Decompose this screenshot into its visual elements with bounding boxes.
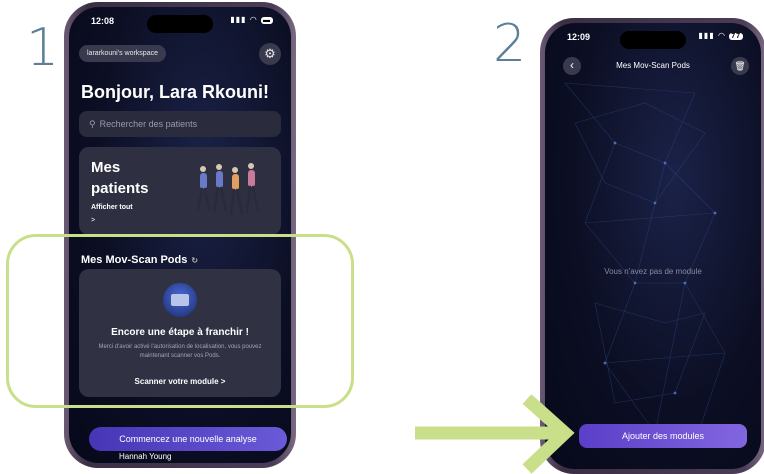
battery-icon: ▬ — [261, 17, 273, 24]
show-all-arrow: > — [91, 217, 96, 224]
wifi-icon: ◠ — [249, 15, 258, 24]
status-icons: ▮▮▮ ◠ 77 — [699, 31, 743, 40]
patient-name: Hannah Young — [119, 452, 172, 461]
status-icons: ▮▮▮ ◠ ▬ — [230, 15, 273, 24]
signal-icon: ▮▮▮ — [230, 15, 247, 24]
empty-state-message: Vous n'avez pas de module — [604, 267, 702, 276]
search-icon: ⚲ — [89, 119, 96, 129]
signal-icon: ▮▮▮ — [698, 31, 715, 40]
step-number-1: 1 — [26, 18, 60, 78]
patients-card-title: Mes patients — [91, 159, 149, 197]
show-all-link[interactable]: Afficher tout — [91, 204, 133, 211]
status-time: 12:08 — [91, 16, 115, 26]
search-input[interactable]: ⚲ Rechercher des patients — [79, 111, 281, 137]
page-title: Mes Mov-Scan Pods — [616, 61, 690, 70]
highlight-outline — [6, 234, 354, 408]
battery-level: 77 — [729, 33, 743, 40]
status-bar: 12:08 ▮▮▮ ◠ ▬ — [69, 13, 291, 31]
add-modules-button[interactable]: Ajouter des modules — [579, 424, 747, 448]
status-time: 12:09 — [567, 32, 591, 42]
trash-icon[interactable]: 🗑 — [731, 57, 749, 75]
people-walking-illustration — [196, 163, 260, 215]
step-number-2: 2 — [493, 14, 527, 74]
workspace-selector[interactable]: lararkouni's workspace — [79, 45, 166, 62]
search-placeholder: Rechercher des patients — [99, 119, 198, 129]
start-new-analysis-button[interactable]: Commencez une nouvelle analyse — [89, 427, 287, 451]
patients-card[interactable]: Mes patients Afficher tout > — [79, 147, 281, 235]
wifi-icon: ◠ — [717, 31, 726, 40]
gear-icon[interactable]: ⚙ — [259, 43, 281, 65]
greeting-title: Bonjour, Lara Rkouni! — [81, 82, 270, 102]
pointer-arrow-icon — [415, 395, 575, 474]
status-bar: 12:09 ▮▮▮ ◠ 77 — [545, 29, 761, 47]
